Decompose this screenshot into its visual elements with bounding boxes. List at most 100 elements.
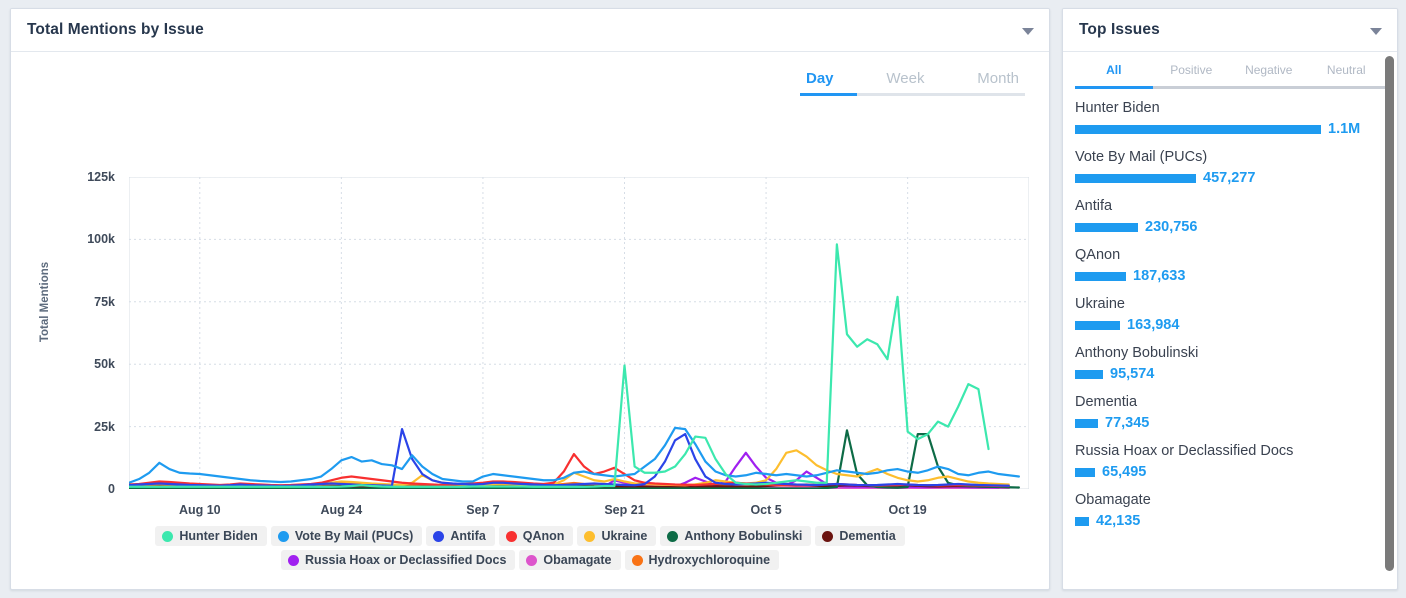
issue-value: 95,574 xyxy=(1110,366,1154,382)
legend-color-swatch xyxy=(278,531,289,542)
y-axis-tick: 25k xyxy=(63,420,115,434)
issues-list: Hunter Biden 1.1M Vote By Mail (PUCs)457,2… xyxy=(1063,89,1397,529)
list-item[interactable]: Russia Hoax or Declassified Docs 65,495 xyxy=(1075,442,1383,480)
legend-label: QAnon xyxy=(523,529,565,543)
issue-name: QAnon xyxy=(1075,246,1383,265)
chevron-down-icon[interactable] xyxy=(1370,24,1383,37)
issue-value: 1.1M xyxy=(1328,121,1360,137)
issues-scrollbar[interactable] xyxy=(1385,56,1394,571)
legend-item[interactable]: Hydroxychloroquine xyxy=(625,550,780,570)
list-item[interactable]: Ukraine 163,984 xyxy=(1075,295,1383,333)
list-item[interactable]: Antifa 230,756 xyxy=(1075,197,1383,235)
issue-meter: 457,277 xyxy=(1075,170,1383,186)
total-mentions-panel: Total Mentions by Issue Day Week Month T… xyxy=(10,8,1050,590)
legend-row-secondary: Russia Hoax or Declassified Docs Obamagat… xyxy=(281,550,779,570)
y-axis-tick: 75k xyxy=(63,295,115,309)
legend-color-swatch xyxy=(667,531,678,542)
tab-negative[interactable]: Negative xyxy=(1230,63,1308,86)
issue-name: Hunter Biden xyxy=(1075,99,1383,118)
y-axis-tick: 100k xyxy=(63,232,115,246)
issue-bar xyxy=(1075,223,1138,232)
issue-value: 187,633 xyxy=(1133,268,1185,284)
legend-item[interactable]: Obamagate xyxy=(519,550,620,570)
tab-neutral[interactable]: Neutral xyxy=(1308,63,1386,86)
legend-item[interactable]: Anthony Bobulinski xyxy=(660,526,811,546)
line-chart: Total Mentions 025k50k75k100k125k Aug 10… xyxy=(11,52,1049,522)
issue-meter: 42,135 xyxy=(1075,513,1383,529)
issue-bar xyxy=(1075,174,1196,183)
y-axis-ticks: 025k50k75k100k125k xyxy=(63,52,115,522)
list-item[interactable]: QAnon 187,633 xyxy=(1075,246,1383,284)
issue-name: Dementia xyxy=(1075,393,1383,412)
issue-name: Antifa xyxy=(1075,197,1383,216)
issue-value: 457,277 xyxy=(1203,170,1255,186)
legend-label: Hydroxychloroquine xyxy=(649,553,771,567)
issues-panel-header: Top Issues xyxy=(1063,9,1397,52)
issue-meter: 95,574 xyxy=(1075,366,1383,382)
issue-value: 163,984 xyxy=(1127,317,1179,333)
legend-color-swatch xyxy=(433,531,444,542)
issue-name: Obamagate xyxy=(1075,491,1383,510)
issue-bar xyxy=(1075,419,1098,428)
list-item[interactable]: Vote By Mail (PUCs)457,277 xyxy=(1075,148,1383,186)
chevron-down-icon[interactable] xyxy=(1022,24,1035,37)
legend-color-swatch xyxy=(526,555,537,566)
legend-label: Dementia xyxy=(839,529,895,543)
legend-color-swatch xyxy=(584,531,595,542)
legend-color-swatch xyxy=(162,531,173,542)
issue-meter: 187,633 xyxy=(1075,268,1383,284)
issue-meter: 230,756 xyxy=(1075,219,1383,235)
chart-plot-area xyxy=(129,177,1029,489)
x-axis-tick: Oct 5 xyxy=(750,503,781,517)
issue-bar xyxy=(1075,370,1103,379)
legend-item[interactable]: QAnon xyxy=(499,526,574,546)
legend-color-swatch xyxy=(288,555,299,566)
legend-color-swatch xyxy=(506,531,517,542)
sentiment-tab-group: All Positive Negative Neutral xyxy=(1063,52,1397,86)
issue-bar xyxy=(1075,468,1095,477)
list-item[interactable]: Hunter Biden 1.1M xyxy=(1075,99,1383,137)
dashboard-root: Total Mentions by Issue Day Week Month T… xyxy=(0,0,1406,598)
issue-value: 230,756 xyxy=(1145,219,1197,235)
legend-label: Obamagate xyxy=(543,553,611,567)
chart-panel-header: Total Mentions by Issue xyxy=(11,9,1049,52)
list-item[interactable]: Anthony Bobulinski 95,574 xyxy=(1075,344,1383,382)
issues-body: All Positive Negative Neutral Hunter Bid… xyxy=(1063,52,1397,589)
tab-positive[interactable]: Positive xyxy=(1153,63,1231,86)
legend-item[interactable]: Russia Hoax or Declassified Docs xyxy=(281,550,515,570)
y-axis-tick: 125k xyxy=(63,170,115,184)
issue-meter: 77,345 xyxy=(1075,415,1383,431)
y-axis-tick: 50k xyxy=(63,357,115,371)
x-axis-tick: Aug 10 xyxy=(179,503,221,517)
chart-body: Day Week Month Total Mentions 025k50k75k… xyxy=(11,52,1049,589)
legend-item[interactable]: Dementia xyxy=(815,526,904,546)
issue-name: Anthony Bobulinski xyxy=(1075,344,1383,363)
tab-all[interactable]: All xyxy=(1075,63,1153,86)
issue-name: Russia Hoax or Declassified Docs xyxy=(1075,442,1383,461)
issue-meter: 65,495 xyxy=(1075,464,1383,480)
top-issues-panel: Top Issues All Positive Negative Neutral… xyxy=(1062,8,1398,590)
x-axis-tick: Sep 21 xyxy=(604,503,644,517)
list-item[interactable]: Obamagate 42,135 xyxy=(1075,491,1383,529)
sentiment-tab-active-indicator xyxy=(1075,86,1153,89)
sentiment-tab-underline xyxy=(1075,86,1385,89)
legend-label: Antifa xyxy=(450,529,485,543)
issue-bar xyxy=(1075,321,1120,330)
legend-item[interactable]: Hunter Biden xyxy=(155,526,266,546)
legend-label: Hunter Biden xyxy=(179,529,257,543)
issue-value: 42,135 xyxy=(1096,513,1140,529)
issue-name: Ukraine xyxy=(1075,295,1383,314)
legend-item[interactable]: Vote By Mail (PUCs) xyxy=(271,526,423,546)
legend-label: Russia Hoax or Declassified Docs xyxy=(305,553,506,567)
legend-item[interactable]: Antifa xyxy=(426,526,494,546)
issues-scrollbar-thumb[interactable] xyxy=(1385,56,1394,571)
chart-legend: Hunter Biden Vote By Mail (PUCs) Antifa QAn… xyxy=(11,526,1049,570)
legend-item[interactable]: Ukraine xyxy=(577,526,656,546)
list-item[interactable]: Dementia 77,345 xyxy=(1075,393,1383,431)
issue-bar xyxy=(1075,125,1321,134)
legend-color-swatch xyxy=(632,555,643,566)
issue-meter: 1.1M xyxy=(1075,121,1383,137)
x-axis-tick: Oct 19 xyxy=(889,503,927,517)
x-axis-tick: Sep 7 xyxy=(466,503,499,517)
issue-bar xyxy=(1075,272,1126,281)
